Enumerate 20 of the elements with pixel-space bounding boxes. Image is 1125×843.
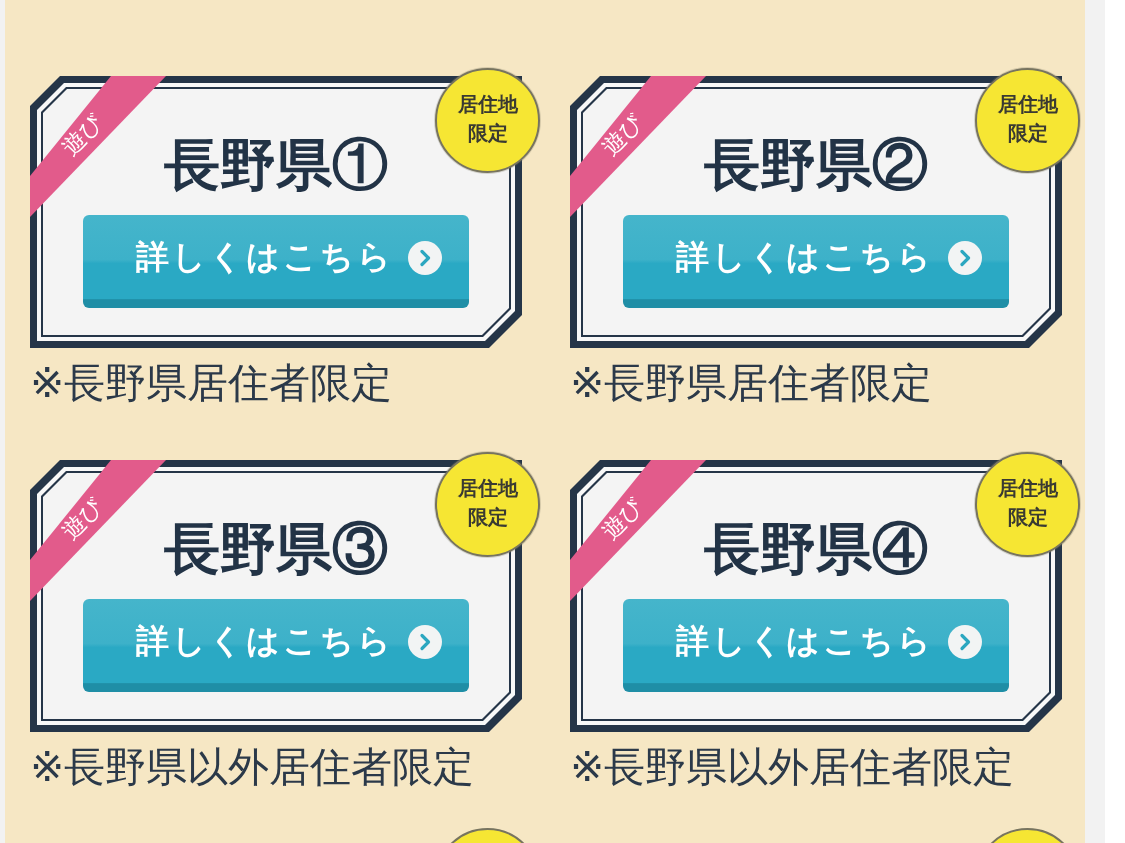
arrow-circle-icon bbox=[948, 240, 982, 275]
details-button[interactable]: 詳しくはこちら bbox=[83, 599, 469, 692]
arrow-circle-icon bbox=[408, 624, 442, 659]
residency-badge: 居住地限定 bbox=[435, 452, 540, 557]
card-title: 長野県② bbox=[704, 132, 928, 198]
eligibility-note: ※長野県居住者限定 bbox=[30, 358, 394, 408]
arrow-circle-icon bbox=[408, 240, 442, 275]
eligibility-note: ※長野県以外居住者限定 bbox=[30, 742, 476, 792]
eligibility-note: ※長野県以外居住者限定 bbox=[570, 742, 1016, 792]
residency-badge: 居住地限定 bbox=[975, 452, 1080, 557]
eligibility-note: ※長野県居住者限定 bbox=[570, 358, 934, 408]
card-title: 長野県③ bbox=[164, 516, 388, 582]
card-title: 長野県① bbox=[164, 132, 388, 198]
details-button[interactable]: 詳しくはこちら bbox=[83, 215, 469, 308]
arrow-circle-icon bbox=[948, 624, 982, 659]
details-button[interactable]: 詳しくはこちら bbox=[623, 599, 1009, 692]
residency-badge: 居住地限定 bbox=[975, 68, 1080, 173]
card-title: 長野県④ bbox=[704, 516, 928, 582]
details-button[interactable]: 詳しくはこちら bbox=[623, 215, 1009, 308]
residency-badge: 居住地限定 bbox=[435, 68, 540, 173]
